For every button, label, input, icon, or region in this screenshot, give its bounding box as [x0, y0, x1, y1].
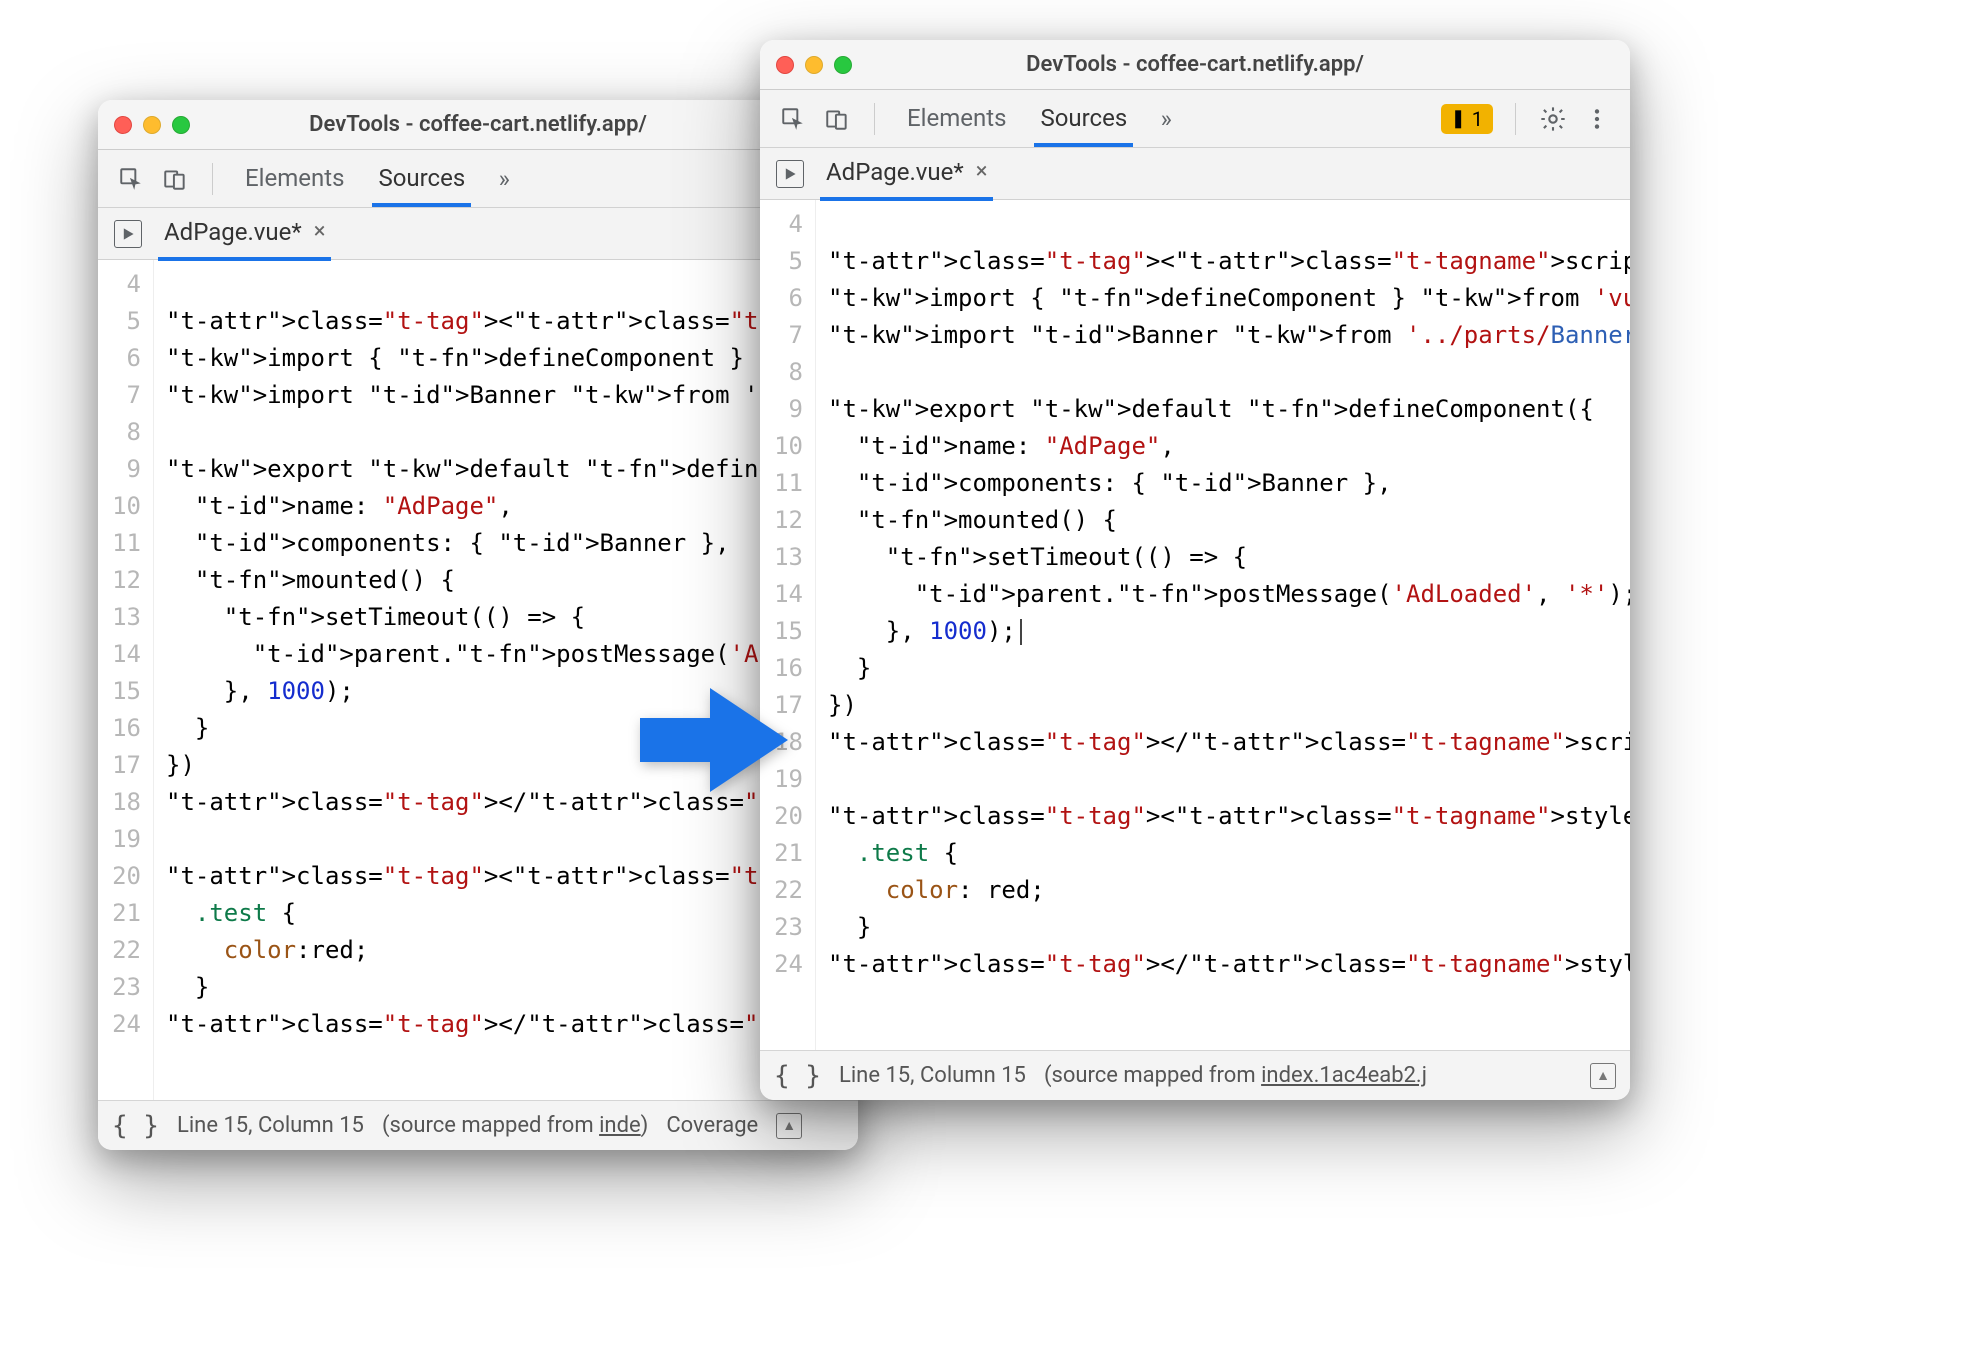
- minimize-dot[interactable]: [805, 56, 823, 74]
- gear-icon[interactable]: [1538, 104, 1568, 134]
- tab-sources[interactable]: Sources: [1030, 92, 1137, 146]
- window-controls: [776, 56, 852, 74]
- maximize-dot[interactable]: [834, 56, 852, 74]
- file-tabbar: AdPage.vue* ×: [760, 148, 1630, 200]
- pretty-print-icon[interactable]: { }: [112, 1111, 159, 1141]
- statusbar: { } Line 15, Column 15 (source mapped fr…: [760, 1050, 1630, 1100]
- close-dot[interactable]: [114, 116, 132, 134]
- line-gutter: 456789101112131415161718192021222324: [98, 260, 154, 1100]
- line-gutter: 456789101112131415161718192021222324: [760, 200, 816, 1050]
- navigator-icon[interactable]: [776, 160, 804, 188]
- file-tab-label: AdPage.vue*: [164, 218, 302, 246]
- file-tab-label: AdPage.vue*: [826, 158, 964, 186]
- main-toolbar: Elements Sources » 1: [760, 90, 1630, 148]
- code-editor[interactable]: 456789101112131415161718192021222324 "t-…: [760, 200, 1630, 1050]
- device-toggle-icon[interactable]: [822, 104, 852, 134]
- inspect-icon[interactable]: [116, 164, 146, 194]
- device-toggle-icon[interactable]: [160, 164, 190, 194]
- cursor-position: Line 15, Column 15: [177, 1113, 364, 1138]
- close-tab-icon[interactable]: ×: [976, 159, 988, 184]
- devtools-window-left: DevTools - coffee-cart.netlify.app/ Elem…: [98, 100, 858, 1150]
- more-tabs-chevron[interactable]: »: [489, 164, 519, 194]
- file-tab-adpage[interactable]: AdPage.vue* ×: [158, 208, 331, 260]
- tab-elements[interactable]: Elements: [235, 152, 354, 206]
- drawer-toggle-icon[interactable]: ▲: [776, 1113, 802, 1139]
- transition-arrow-icon: [640, 680, 790, 804]
- file-tab-adpage[interactable]: AdPage.vue* ×: [820, 148, 993, 200]
- code-area[interactable]: "t-attr">class="t-tag"><"t-attr">class="…: [816, 200, 1630, 1050]
- inspect-icon[interactable]: [778, 104, 808, 134]
- file-tabbar: AdPage.vue* ×: [98, 208, 858, 260]
- window-title: DevTools - coffee-cart.netlify.app/: [760, 52, 1630, 77]
- tab-elements[interactable]: Elements: [897, 92, 1016, 146]
- statusbar: { } Line 15, Column 15 (source mapped fr…: [98, 1100, 858, 1150]
- devtools-window-right: DevTools - coffee-cart.netlify.app/ Elem…: [760, 40, 1630, 1100]
- titlebar[interactable]: DevTools - coffee-cart.netlify.app/: [98, 100, 858, 150]
- pretty-print-icon[interactable]: { }: [774, 1061, 821, 1091]
- coverage-label[interactable]: Coverage: [666, 1113, 758, 1138]
- source-map-link[interactable]: inde: [599, 1113, 641, 1138]
- navigator-icon[interactable]: [114, 220, 142, 248]
- divider: [874, 103, 875, 135]
- tab-sources[interactable]: Sources: [368, 152, 475, 206]
- source-map-info: (source mapped from inde): [382, 1113, 648, 1138]
- issues-badge[interactable]: 1: [1441, 104, 1493, 134]
- minimize-dot[interactable]: [143, 116, 161, 134]
- source-map-info: (source mapped from index.1ac4eab2.j: [1044, 1063, 1427, 1088]
- divider: [212, 163, 213, 195]
- cursor-position: Line 15, Column 15: [839, 1063, 1026, 1088]
- close-tab-icon[interactable]: ×: [314, 219, 326, 244]
- close-dot[interactable]: [776, 56, 794, 74]
- drawer-toggle-icon[interactable]: ▲: [1590, 1063, 1616, 1089]
- main-toolbar: Elements Sources »: [98, 150, 858, 208]
- divider: [1515, 103, 1516, 135]
- source-map-link[interactable]: index.1ac4eab2.j: [1261, 1063, 1427, 1088]
- titlebar[interactable]: DevTools - coffee-cart.netlify.app/: [760, 40, 1630, 90]
- window-title: DevTools - coffee-cart.netlify.app/: [98, 112, 858, 137]
- window-controls: [114, 116, 190, 134]
- maximize-dot[interactable]: [172, 116, 190, 134]
- kebab-icon[interactable]: [1582, 104, 1612, 134]
- more-tabs-chevron[interactable]: »: [1151, 104, 1181, 134]
